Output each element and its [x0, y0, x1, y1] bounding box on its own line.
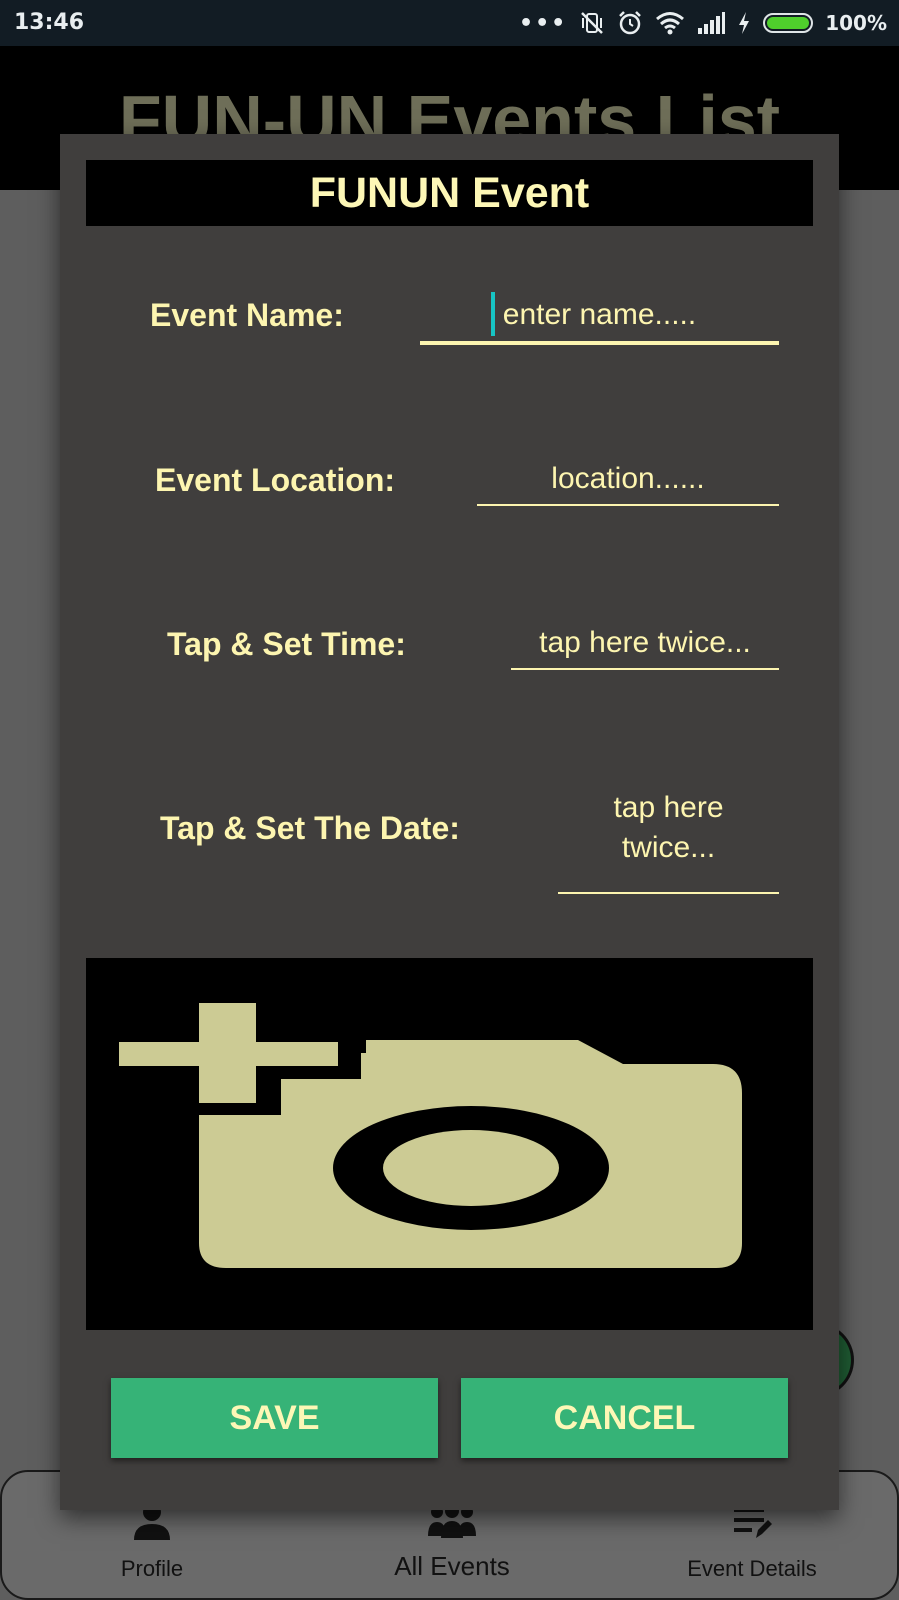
event-location-input[interactable]: location......	[477, 456, 779, 506]
save-button[interactable]: SAVE	[111, 1378, 438, 1458]
event-date-label: Tap & Set The Date:	[160, 810, 460, 846]
charging-icon	[739, 12, 750, 34]
event-name-underline	[420, 341, 779, 345]
event-name-label: Event Name:	[150, 297, 344, 333]
event-time-input[interactable]: tap here twice...	[511, 620, 779, 670]
cancel-button[interactable]: CANCEL	[461, 1378, 788, 1458]
vibrate-off-icon	[581, 12, 604, 34]
add-photo-camera-icon	[119, 1003, 742, 1268]
battery-icon	[763, 13, 814, 33]
event-dialog: FUNUN Event Event Name: enter name..... …	[60, 134, 839, 1510]
signal-icon	[698, 12, 726, 34]
nav-label-event-details: Event Details	[687, 1556, 817, 1581]
event-time-underline	[511, 668, 779, 670]
alarm-icon	[619, 11, 642, 35]
more-dots-icon: •••	[519, 10, 568, 36]
status-icons: ••• 100%	[519, 8, 887, 38]
event-date-input[interactable]: tap here twice...	[558, 791, 779, 894]
event-name-placeholder: enter name.....	[502, 298, 697, 331]
wifi-icon	[656, 12, 685, 35]
nav-label-profile: Profile	[120, 1556, 184, 1581]
event-date-placeholder: tap here twice...	[613, 791, 724, 864]
add-photo-button[interactable]	[86, 958, 813, 1330]
event-date-underline	[558, 892, 779, 894]
battery-percent: 100%	[825, 11, 887, 35]
status-time: 13:46	[14, 10, 85, 35]
event-location-label: Event Location:	[155, 462, 396, 498]
status-bar: 13:46 ••• 100%	[0, 0, 899, 46]
event-name-input[interactable]: enter name.....	[420, 290, 779, 345]
nav-label-all-events: All Events	[394, 1551, 510, 1581]
event-time-placeholder: tap here twice...	[539, 626, 751, 659]
dialog-title: FUNUN Event	[86, 160, 813, 226]
event-location-underline	[477, 504, 779, 506]
event-time-label: Tap & Set Time:	[167, 626, 406, 662]
event-location-placeholder: location......	[551, 462, 705, 495]
